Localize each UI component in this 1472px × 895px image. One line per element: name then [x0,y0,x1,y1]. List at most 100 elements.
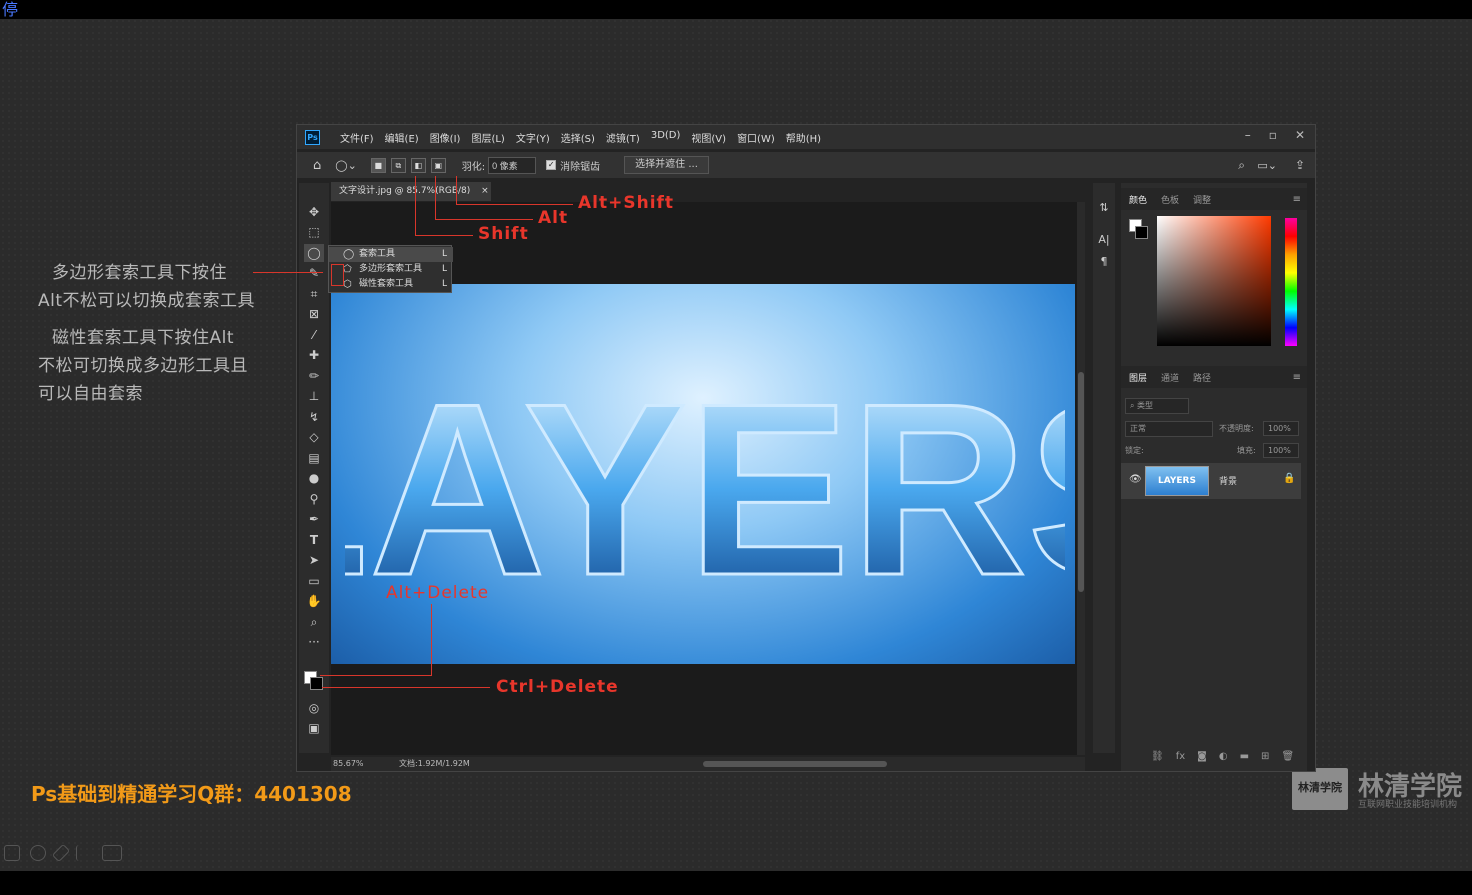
tab-swatches[interactable]: 色板 [1161,193,1179,206]
opacity-input[interactable]: 100% [1263,421,1299,436]
rectangle-tool-icon[interactable]: ▭ [304,572,324,590]
add-mask-icon[interactable]: ◙ [1197,751,1207,762]
screen-icon[interactable] [4,845,20,861]
hue-slider[interactable] [1285,218,1297,346]
lasso-preset-icon[interactable]: ◯⌄ [335,159,357,172]
menu-edit[interactable]: 编辑(E) [385,130,419,145]
menu-filter[interactable]: 滤镜(T) [606,130,640,145]
shortcut-alt-shift-label: Alt+Shift [578,193,675,213]
flyout-item-lasso[interactable]: ◯ 套索工具 L [329,247,453,262]
flyout-item-polygonal-lasso[interactable]: ⬠ 多边形套索工具 L [329,262,453,277]
stamp-tool-icon[interactable]: ⊥ [304,387,324,405]
feather-input[interactable] [488,156,537,174]
visibility-eye-icon[interactable]: 👁 [1129,474,1142,485]
search-icon[interactable]: ⌕ [1238,158,1245,173]
zoom-readout[interactable]: 85.67% [333,757,364,771]
healing-tool-icon[interactable]: ✚ [304,346,324,364]
link-layers-icon[interactable]: ⛓ [1151,751,1164,762]
layer-filter-select[interactable]: ⌕ 类型 [1125,398,1189,414]
new-group-icon[interactable]: ▬ [1240,751,1249,762]
vertical-scroll-thumb[interactable] [1078,372,1084,592]
zoom-tool-icon[interactable]: ⌕ [304,613,324,631]
quick-select-tool-icon[interactable]: ✎ [304,264,324,282]
menu-image[interactable]: 图像(I) [430,130,461,145]
blur-tool-icon[interactable]: ● [304,469,324,487]
menu-help[interactable]: 帮助(H) [786,130,821,145]
frame-tool-icon[interactable]: ⊠ [304,305,324,323]
character-panel-icon[interactable]: A| [1096,233,1112,249]
document-tab[interactable]: 文字设计.jpg @ 85.7%(RGB/8) × [331,182,491,201]
menu-file[interactable]: 文件(F) [340,130,374,145]
move-tool-icon[interactable]: ✥ [304,203,324,221]
select-and-mask-button[interactable]: 选择并遮住 ... [624,156,709,174]
flyout-item-label: 多边形套索工具 [359,264,423,274]
menu-view[interactable]: 视图(V) [691,130,726,145]
close-icon[interactable]: ✕ [1295,128,1305,142]
menu-3d[interactable]: 3D(D) [651,130,681,145]
dodge-tool-icon[interactable]: ⚲ [304,490,324,508]
share-icon[interactable]: ⇪ [1295,158,1305,172]
tab-layers[interactable]: 图层 [1129,371,1147,384]
screen-mode-icon[interactable]: ▣ [304,719,324,737]
pointer-icon[interactable] [76,845,92,861]
intersect-selection-icon[interactable]: ▣ [430,157,446,173]
gradient-tool-icon[interactable]: ▤ [304,449,324,467]
home-icon[interactable]: ⌂ [313,158,321,173]
more-tools-icon[interactable]: ··· [304,633,324,651]
layer-row-background[interactable]: 👁 LAYERS 背景 🔒 [1121,463,1301,499]
menu-layer[interactable]: 图层(L) [471,130,504,145]
pen-tool-icon[interactable]: ✒ [304,510,324,528]
vertical-scrollbar[interactable] [1077,202,1085,755]
background-color-swatch[interactable] [310,677,323,690]
fill-input[interactable]: 100% [1263,443,1299,458]
subtract-selection-icon[interactable]: ◧ [410,157,426,173]
new-layer-icon[interactable]: ⊞ [1261,751,1269,762]
menu-window[interactable]: 窗口(W) [737,130,775,145]
add-selection-icon[interactable]: ⧉ [390,157,406,173]
fx-icon[interactable]: fx [1176,751,1185,762]
eraser-icon[interactable] [30,845,46,861]
panel-menu-icon[interactable]: ≡ [1293,372,1301,383]
document-size[interactable]: 文档:1.92M/1.92M [399,757,470,771]
adjustment-layer-icon[interactable]: ◐ [1219,751,1228,762]
pause-label[interactable]: 停 [2,2,18,18]
lasso-tool-icon[interactable]: ◯ [304,244,324,262]
type-tool-icon[interactable]: T [304,531,324,549]
trash-icon[interactable]: 🗑 [1281,751,1294,762]
right-panels: 颜色 色板 调整 ≡ 图层 通道 路径 ≡ ⌕ 类型 正常 不透明度: 100%… [1121,183,1307,771]
marquee-tool-icon[interactable]: ⬚ [304,223,324,241]
blend-mode-select[interactable]: 正常 [1125,421,1213,437]
watermark-subtitle: 互联网职业技能培训机构 [1358,800,1458,810]
eraser-tool-icon[interactable]: ◇ [304,428,324,446]
pen-icon[interactable] [51,843,71,863]
menu-type[interactable]: 文字(Y) [516,130,550,145]
history-panel-icon[interactable]: ⇅ [1096,201,1112,217]
path-select-tool-icon[interactable]: ➤ [304,551,324,569]
tab-paths[interactable]: 路径 [1193,371,1211,384]
flyout-item-key: L [441,279,447,289]
eyedropper-tool-icon[interactable]: ⁄ [304,326,324,344]
document-tab-close-icon[interactable]: × [481,186,489,196]
tab-channels[interactable]: 通道 [1161,371,1179,384]
crop-tool-icon[interactable]: ⌗ [304,285,324,303]
menu-select[interactable]: 选择(S) [561,130,595,145]
annotation-line [435,176,436,220]
history-brush-icon[interactable]: ↯ [304,408,324,426]
paragraph-panel-icon[interactable]: ¶ [1096,255,1112,271]
tab-adjustments[interactable]: 调整 [1193,193,1211,206]
hand-tool-icon[interactable]: ✋ [304,592,324,610]
tab-color[interactable]: 颜色 [1129,193,1147,206]
flyout-item-magnetic-lasso[interactable]: ⬡ 磁性套索工具 L [329,277,453,292]
panel-background-swatch[interactable] [1135,226,1148,239]
color-picker-field[interactable] [1157,216,1271,346]
quick-mask-icon[interactable]: ◎ [304,699,324,717]
panel-menu-icon[interactable]: ≡ [1293,194,1301,205]
brush-tool-icon[interactable]: ✏ [304,367,324,385]
minimize-icon[interactable]: – [1245,128,1251,142]
antialias-checkbox[interactable]: ✓ [546,160,557,170]
new-selection-icon[interactable]: ■ [370,157,386,173]
horizontal-scroll-thumb[interactable] [703,761,887,767]
maximize-icon[interactable]: ▫ [1269,128,1277,142]
camera-icon[interactable] [102,845,122,861]
workspace-icon[interactable]: ▭⌄ [1257,159,1277,172]
